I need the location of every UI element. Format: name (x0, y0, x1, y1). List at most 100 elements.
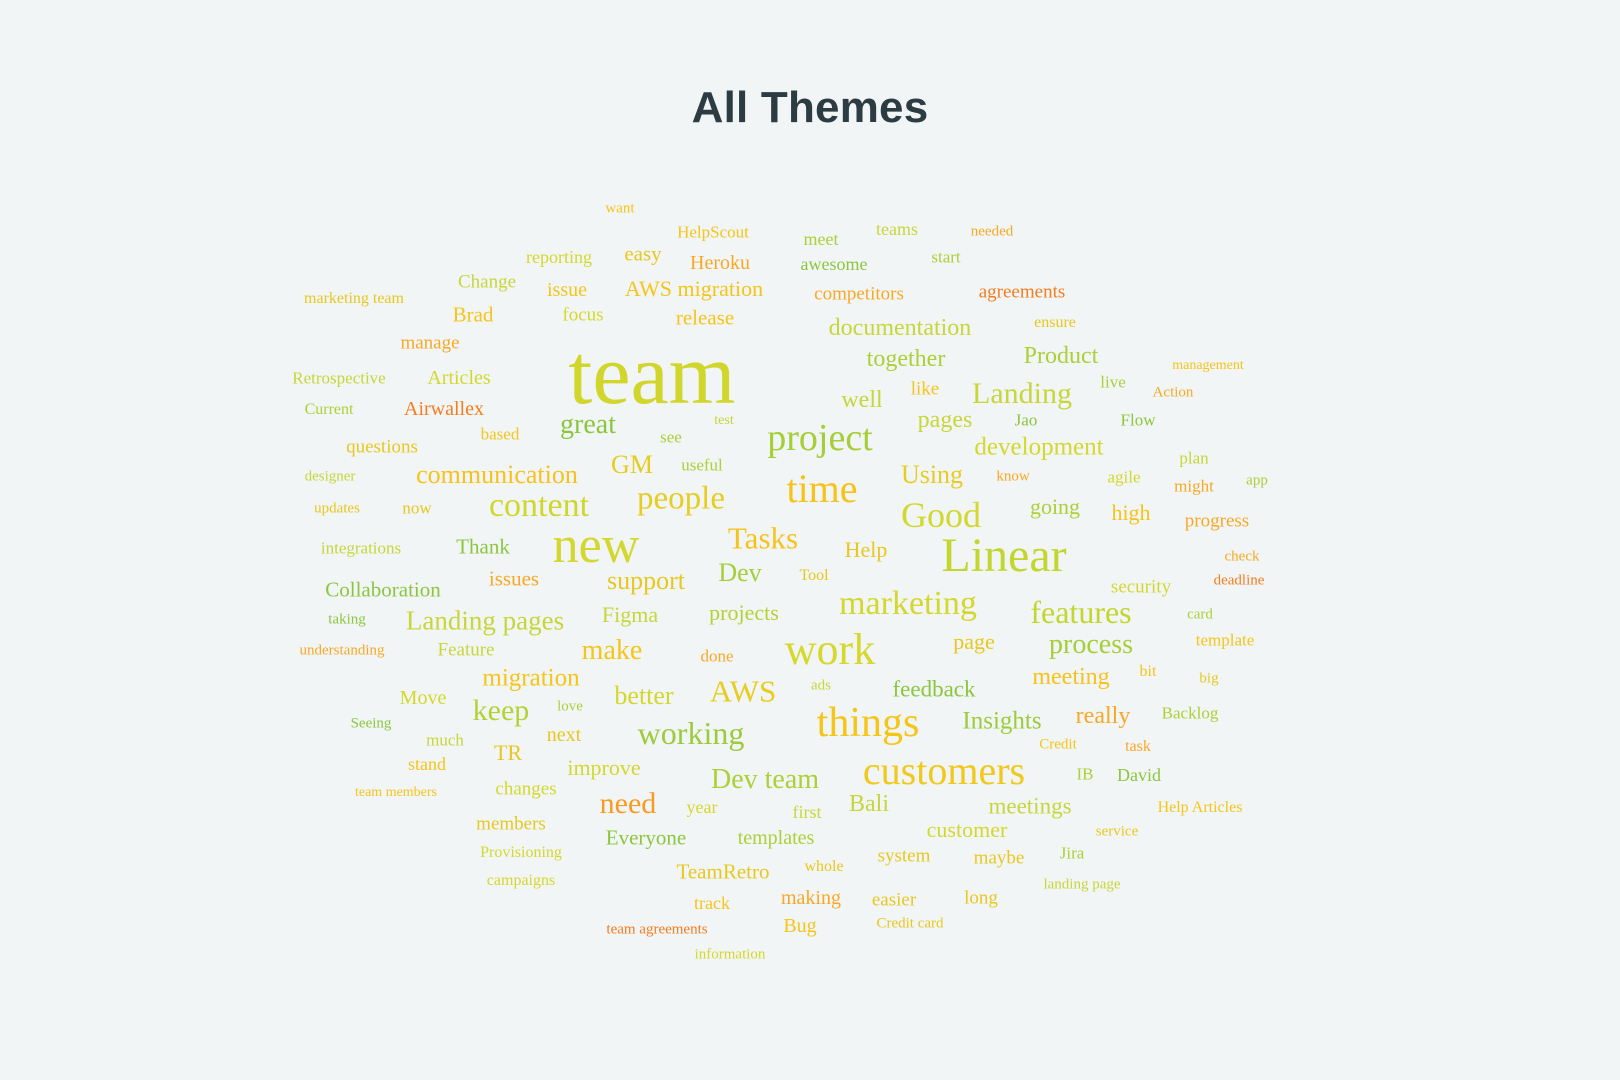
word-cloud-term[interactable]: progress (1185, 512, 1249, 531)
word-cloud-term[interactable]: Brad (453, 304, 494, 326)
word-cloud-term[interactable]: making (781, 888, 841, 908)
word-cloud-term[interactable]: meet (804, 230, 839, 248)
word-cloud-term[interactable]: Help Articles (1158, 800, 1243, 816)
word-cloud-term[interactable]: templates (738, 828, 815, 848)
word-cloud-term[interactable]: support (607, 568, 685, 594)
word-cloud-term[interactable]: Move (400, 688, 447, 708)
word-cloud-term[interactable]: Change (458, 273, 516, 292)
word-cloud-term[interactable]: campaigns (487, 873, 555, 889)
word-cloud-term[interactable]: Credit card (876, 916, 943, 932)
word-cloud-term[interactable]: Figma (602, 604, 658, 626)
word-cloud-term[interactable]: Action (1153, 385, 1194, 401)
word-cloud-term[interactable]: know (996, 469, 1029, 485)
word-cloud-term[interactable]: well (841, 388, 882, 412)
word-cloud-term[interactable]: projects (709, 602, 779, 624)
word-cloud-term[interactable]: card (1187, 607, 1213, 623)
word-cloud-term[interactable]: Linear (941, 532, 1066, 580)
word-cloud-term[interactable]: understanding (300, 643, 385, 659)
word-cloud-term[interactable]: security (1111, 578, 1171, 597)
word-cloud-term[interactable]: improve (567, 757, 640, 779)
word-cloud-term[interactable]: long (964, 889, 998, 908)
word-cloud-term[interactable]: start (931, 249, 960, 266)
word-cloud-term[interactable]: manage (400, 334, 459, 353)
word-cloud-term[interactable]: changes (495, 780, 556, 799)
word-cloud-term[interactable]: done (700, 648, 733, 665)
word-cloud-term[interactable]: content (489, 489, 589, 523)
word-cloud-term[interactable]: maybe (974, 849, 1025, 868)
word-cloud-term[interactable]: deadline (1214, 573, 1265, 589)
word-cloud-term[interactable]: system (878, 847, 931, 866)
word-cloud-term[interactable]: Articles (427, 368, 490, 388)
word-cloud-term[interactable]: Product (1024, 344, 1099, 368)
word-cloud-term[interactable]: great (560, 411, 616, 439)
word-cloud-term[interactable]: Insights (962, 709, 1041, 734)
word-cloud-term[interactable]: marketing (839, 587, 977, 621)
word-cloud-term[interactable]: make (582, 637, 643, 665)
word-cloud-term[interactable]: teams (876, 220, 918, 238)
word-cloud-term[interactable]: TR (494, 742, 522, 764)
word-cloud-term[interactable]: check (1225, 549, 1260, 565)
word-cloud-term[interactable]: want (605, 201, 634, 217)
word-cloud-term[interactable]: integrations (321, 540, 401, 557)
word-cloud-term[interactable]: TeamRetro (677, 861, 770, 883)
word-cloud-term[interactable]: ads (811, 678, 831, 694)
word-cloud-term[interactable]: see (660, 429, 682, 446)
word-cloud-term[interactable]: customer (927, 819, 1008, 841)
word-cloud-term[interactable]: issues (489, 568, 539, 590)
word-cloud-term[interactable]: whole (804, 859, 843, 875)
word-cloud-term[interactable]: going (1030, 496, 1080, 518)
word-cloud-term[interactable]: useful (681, 457, 723, 474)
word-cloud-term[interactable]: template (1196, 632, 1255, 649)
word-cloud-term[interactable]: track (694, 894, 730, 912)
word-cloud-term[interactable]: Bali (849, 792, 889, 816)
word-cloud-term[interactable]: work (785, 628, 875, 672)
word-cloud-term[interactable]: Backlog (1162, 705, 1219, 722)
word-cloud-term[interactable]: meeting (1032, 665, 1109, 689)
word-cloud-term[interactable]: Thank (456, 536, 510, 558)
word-cloud-term[interactable]: competitors (814, 285, 904, 304)
word-cloud-term[interactable]: much (426, 732, 464, 749)
word-cloud-term[interactable]: team members (355, 786, 437, 800)
word-cloud-term[interactable]: people (637, 482, 725, 516)
word-cloud-term[interactable]: Flow (1121, 412, 1156, 429)
word-cloud-term[interactable]: Feature (438, 641, 495, 660)
word-cloud-term[interactable]: stand (408, 755, 446, 773)
word-cloud-term[interactable]: need (600, 789, 657, 819)
word-cloud-term[interactable]: new (553, 520, 640, 572)
word-cloud-term[interactable]: Credit (1039, 737, 1077, 753)
word-cloud-term[interactable]: Using (901, 462, 963, 488)
word-cloud-term[interactable]: Airwallex (404, 399, 484, 419)
word-cloud-term[interactable]: Tool (799, 568, 828, 584)
word-cloud-term[interactable]: Dev (718, 560, 761, 586)
word-cloud-term[interactable]: Landing (972, 379, 1072, 409)
word-cloud-term[interactable]: test (714, 414, 733, 428)
word-cloud-term[interactable]: better (614, 683, 673, 709)
word-cloud-term[interactable]: Tasks (728, 523, 798, 554)
word-cloud-term[interactable]: David (1117, 766, 1161, 784)
word-cloud-term[interactable]: Landing pages (406, 607, 564, 635)
word-cloud-term[interactable]: meetings (988, 795, 1071, 818)
word-cloud-term[interactable]: taking (328, 612, 366, 628)
word-cloud-term[interactable]: easy (624, 243, 661, 265)
word-cloud-term[interactable]: development (974, 435, 1103, 460)
word-cloud-term[interactable]: pages (918, 408, 973, 432)
word-cloud-term[interactable]: features (1030, 596, 1131, 628)
word-cloud-term[interactable]: focus (562, 306, 603, 325)
word-cloud-term[interactable]: Jao (1015, 412, 1038, 429)
word-cloud-term[interactable]: live (1100, 374, 1126, 391)
word-cloud-term[interactable]: big (1199, 671, 1218, 687)
word-cloud-term[interactable]: Bug (783, 916, 816, 936)
word-cloud-term[interactable]: Collaboration (325, 579, 440, 601)
word-cloud-term[interactable]: designer (305, 469, 356, 485)
word-cloud-term[interactable]: updates (314, 501, 360, 517)
word-cloud-term[interactable]: easier (872, 891, 916, 910)
word-cloud-term[interactable]: project (767, 419, 873, 457)
word-cloud-term[interactable]: Retrospective (292, 370, 385, 387)
word-cloud-term[interactable]: working (638, 717, 745, 749)
word-cloud-term[interactable]: now (402, 500, 431, 517)
word-cloud-term[interactable]: awesome (801, 255, 868, 273)
word-cloud-term[interactable]: love (557, 699, 583, 715)
word-cloud-term[interactable]: Jira (1060, 845, 1085, 862)
word-cloud-term[interactable]: issue (547, 280, 587, 300)
word-cloud-term[interactable]: ensure (1034, 315, 1076, 331)
